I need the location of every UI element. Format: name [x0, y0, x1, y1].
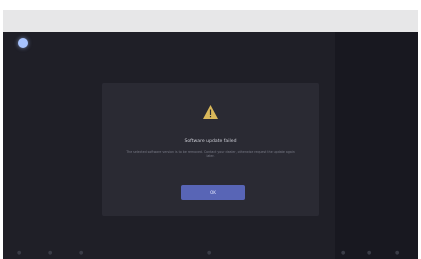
dialog-message: The selected software version is to be r…: [126, 150, 295, 159]
ok-button[interactable]: OK: [181, 185, 245, 200]
screen: Software update failed The selected soft…: [3, 32, 418, 259]
taskbar-icon-1[interactable]: ●: [17, 251, 22, 256]
top-bezel: [3, 10, 418, 32]
warning-triangle-icon: [202, 104, 219, 120]
taskbar-icon-6[interactable]: ●: [367, 251, 372, 256]
taskbar-icon-5[interactable]: ●: [341, 251, 346, 256]
dialog-title: Software update failed: [184, 139, 237, 144]
screen-side-panel: [335, 32, 418, 259]
user-dot-icon[interactable]: [18, 38, 28, 48]
taskbar-icon-4[interactable]: ●: [207, 251, 212, 256]
taskbar-icon-7[interactable]: ●: [395, 251, 400, 256]
bottom-taskbar: ● ● ● ● ● ● ●: [3, 247, 418, 259]
taskbar-icon-2[interactable]: ●: [48, 251, 53, 256]
taskbar-icon-3[interactable]: ●: [79, 251, 84, 256]
warning-triangle-svg: [203, 105, 218, 119]
